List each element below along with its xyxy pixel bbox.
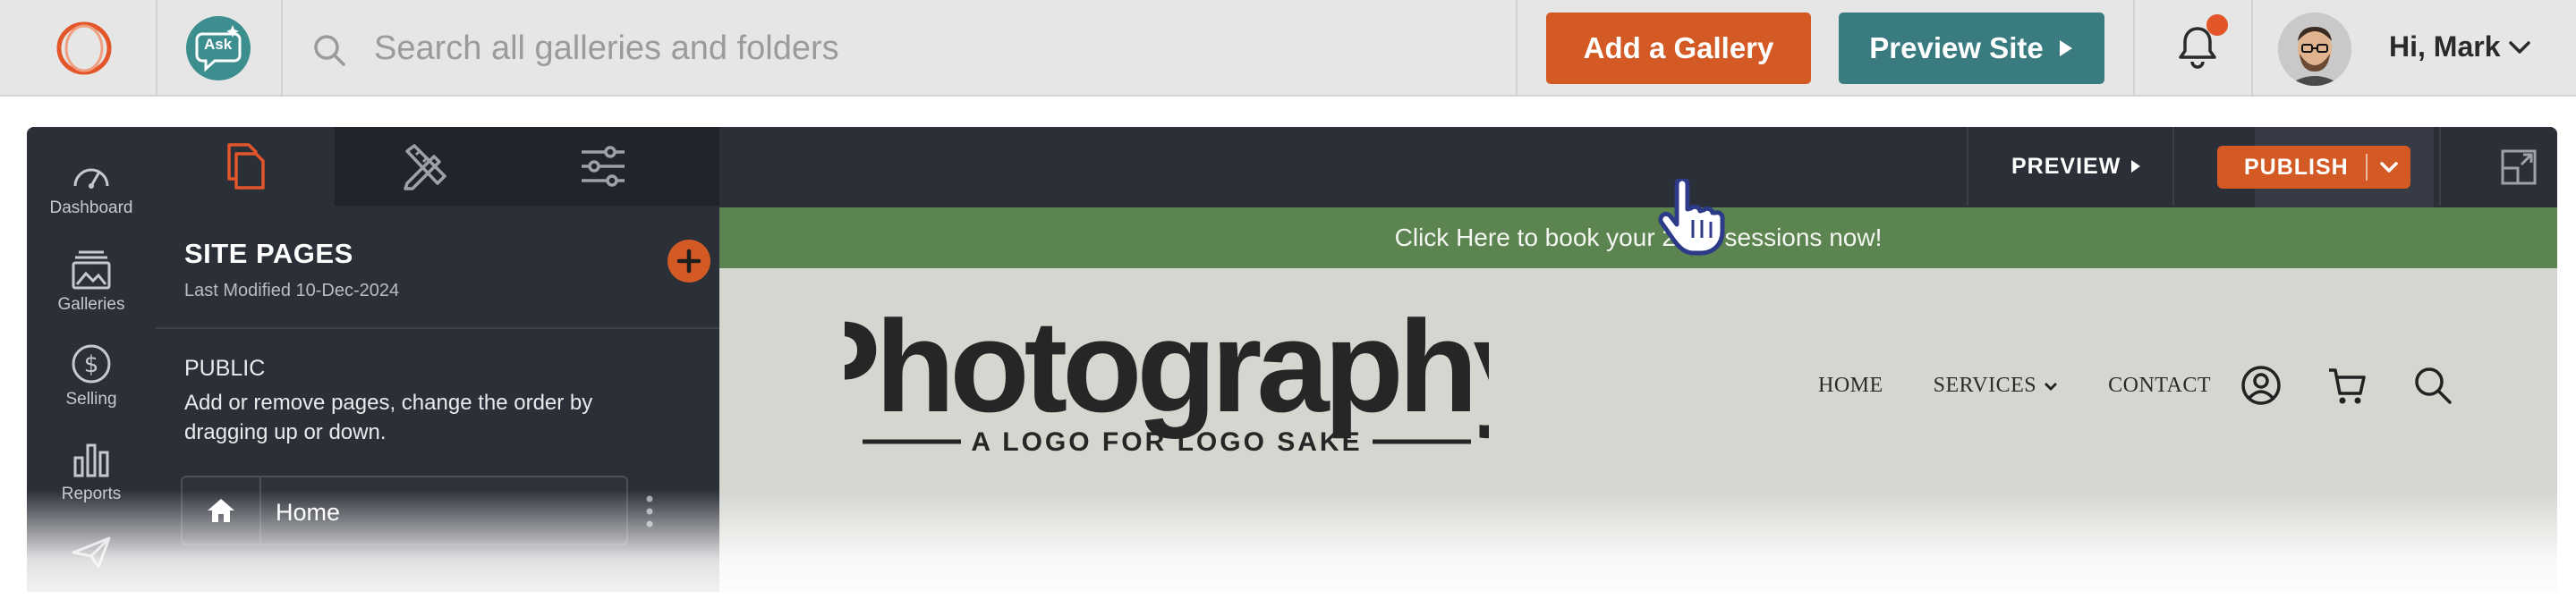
top-bar: Ask Add a Gallery Preview Site Hi, Mark [0, 0, 2576, 97]
account-icon[interactable] [2240, 365, 2282, 406]
nav-label: CONTACT [2108, 374, 2212, 397]
ask-assistant-button[interactable]: Ask [186, 16, 251, 80]
brand-logo[interactable]: Photography A LOGO FOR LOGO SAKE [845, 306, 1489, 458]
chevron-down-icon[interactable] [2507, 38, 2532, 57]
rail-item-selling[interactable]: $ Selling [27, 343, 156, 409]
pages-icon [227, 143, 265, 190]
sliders-icon [582, 146, 625, 187]
toolbar-divider [2439, 127, 2441, 206]
publish-button[interactable]: PUBLISH [2217, 146, 2410, 189]
editor-toolbar: PREVIEW PUBLISH [719, 127, 2557, 207]
nav-services[interactable]: SERVICES [1934, 374, 2058, 398]
rail-label: Reports [61, 485, 122, 503]
user-portrait-icon [2278, 13, 2351, 86]
notification-badge [2206, 14, 2228, 36]
bar-chart-icon [73, 443, 109, 477]
kebab-menu-icon[interactable] [641, 492, 659, 531]
left-rail: Dashboard Galleries $ Selling Reports [27, 127, 156, 592]
rail-item-send[interactable] [27, 535, 156, 576]
publish-options-button[interactable] [2368, 160, 2410, 174]
preview-site-button[interactable]: Preview Site [1839, 13, 2104, 84]
panel-divider [156, 327, 719, 329]
page-label: Home [276, 499, 341, 526]
section-help-text: Add or remove pages, change the order by… [184, 391, 593, 444]
dollar-circle-icon: $ [72, 344, 111, 384]
tab-settings[interactable] [514, 127, 693, 206]
add-page-button[interactable] [667, 240, 710, 283]
page-row-home[interactable]: Home [181, 476, 628, 545]
topbar-divider [1516, 0, 1518, 97]
home-icon [208, 499, 234, 522]
toolbar-divider [2172, 127, 2174, 206]
chevron-down-icon [2380, 162, 2398, 173]
preview-site-label: Preview Site [1869, 31, 2044, 64]
promo-text: Click Here to book your 2025 sessions no… [1394, 224, 1883, 251]
nav-label: SERVICES [1933, 374, 2037, 397]
preview-label: PREVIEW [2011, 153, 2121, 179]
topbar-divider [281, 0, 283, 97]
gauge-icon [73, 168, 109, 189]
rail-item-dashboard[interactable]: Dashboard [27, 157, 156, 218]
rail-label: Dashboard [49, 198, 133, 217]
rail-item-galleries[interactable]: Galleries [27, 249, 156, 315]
app-logo-icon[interactable] [54, 20, 115, 77]
nav-label: HOME [1818, 374, 1883, 397]
rail-label: Selling [65, 390, 117, 409]
topbar-divider [156, 0, 157, 97]
site-header-icons [2240, 365, 2453, 406]
promo-banner[interactable]: Click Here to book your 2025 sessions no… [719, 207, 2557, 268]
paper-plane-icon [72, 536, 111, 569]
expand-icon[interactable] [2500, 148, 2538, 186]
site-preview: Click Here to book your 2025 sessions no… [719, 207, 2557, 592]
preview-button[interactable]: PREVIEW [2011, 148, 2142, 184]
panel-title: SITE PAGES [184, 238, 353, 269]
plus-icon [676, 249, 701, 274]
search-input[interactable] [374, 25, 1448, 72]
cart-icon[interactable] [2326, 365, 2368, 406]
rail-item-reports[interactable]: Reports [27, 440, 156, 504]
ask-label: Ask [204, 36, 233, 53]
page-icon-box [183, 477, 261, 544]
publish-label: PUBLISH [2244, 154, 2349, 180]
user-greeting[interactable]: Hi, Mark [2389, 30, 2500, 63]
search-icon [314, 35, 345, 66]
chevron-down-icon [2045, 382, 2058, 391]
panel-tabs [156, 127, 719, 206]
topbar-divider [2133, 0, 2135, 97]
toolbar-divider [1967, 127, 1968, 206]
search-icon[interactable] [2412, 365, 2453, 406]
rail-label: Galleries [57, 295, 125, 314]
image-stack-icon [72, 250, 111, 290]
section-heading: PUBLIC [184, 356, 266, 381]
brand-tagline: A LOGO FOR LOGO SAKE [971, 427, 1362, 457]
play-triangle-icon [2131, 160, 2141, 173]
site-navigation: HOME SERVICES CONTACT [1818, 374, 2211, 398]
tab-pages[interactable] [156, 127, 335, 206]
add-gallery-button[interactable]: Add a Gallery [1546, 13, 1811, 84]
last-modified-text: Last Modified 10-Dec-2024 [184, 281, 400, 300]
tab-design[interactable] [335, 127, 514, 206]
add-gallery-label: Add a Gallery [1583, 31, 1774, 64]
svg-text:$: $ [84, 351, 99, 378]
site-editor: Dashboard Galleries $ Selling Reports PR… [27, 127, 2557, 592]
nav-home[interactable]: HOME [1818, 374, 1883, 398]
pencil-ruler-icon [404, 144, 446, 190]
avatar[interactable] [2278, 13, 2351, 86]
play-triangle-icon [2059, 40, 2072, 56]
site-pages-panel: SITE PAGES Last Modified 10-Dec-2024 PUB… [156, 206, 719, 592]
nav-contact[interactable]: CONTACT [2108, 374, 2211, 398]
topbar-divider [2251, 0, 2253, 97]
brand-name: Photography [845, 306, 1489, 439]
